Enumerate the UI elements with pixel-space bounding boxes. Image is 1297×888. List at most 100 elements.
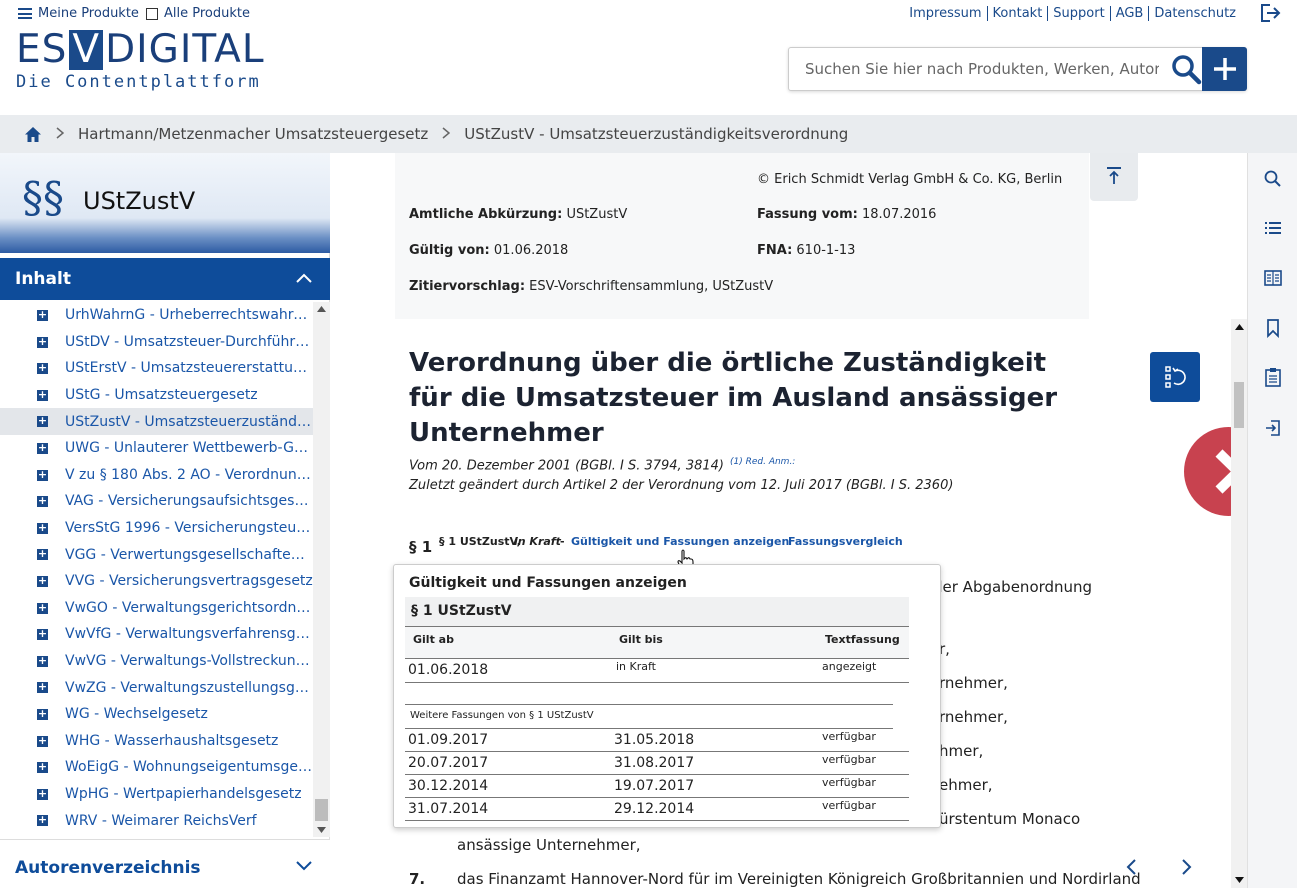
toc-item[interactable]: + V zu § 180 Abs. 2 AO - Verordnung z...: [0, 462, 313, 489]
add-button[interactable]: [1202, 47, 1247, 91]
expand-plus-icon[interactable]: +: [37, 735, 48, 747]
toc-item[interactable]: + VersStG 1996 - Versicherungsteuerg...: [0, 515, 313, 542]
expand-plus-icon[interactable]: +: [37, 761, 48, 774]
expand-plus-icon[interactable]: +: [37, 628, 48, 641]
toc-scrollbar[interactable]: [313, 302, 330, 837]
document-scrollbar[interactable]: [1231, 319, 1247, 888]
toc-item[interactable]: + WHG - Wasserhaushaltsgesetz: [0, 728, 313, 755]
next-page-icon[interactable]: [1181, 858, 1193, 876]
expand-plus-icon[interactable]: +: [37, 708, 48, 720]
kontakt-link[interactable]: Kontakt: [988, 6, 1049, 21]
logout-icon[interactable]: [1259, 3, 1281, 23]
autorenverzeichnis-accordion[interactable]: Autorenverzeichnis: [0, 839, 330, 888]
expand-plus-icon[interactable]: +: [37, 495, 48, 508]
toc-item-label: WRV - Weimarer ReichsVerf: [65, 812, 257, 829]
list-item-number: 7.: [409, 870, 426, 888]
hamburger-icon: [18, 8, 32, 19]
show-versions-link[interactable]: Gültigkeit und Fassungen anzeigen: [571, 535, 789, 548]
toc-item[interactable]: + UrhWahrnG - Urheberrechtswahrneh...: [0, 302, 313, 329]
expand-plus-icon[interactable]: +: [37, 575, 48, 587]
toc-item[interactable]: + VwVG - Verwaltungs-Vollstreckungsg...: [0, 648, 313, 675]
expand-plus-icon[interactable]: +: [37, 655, 48, 667]
toc-item-label: VwVfG - Verwaltungsverfahrensgesetz: [65, 626, 313, 643]
bookmark-icon[interactable]: [1263, 318, 1283, 338]
toc-scroll-thumb[interactable]: [315, 799, 328, 821]
toc-item[interactable]: + UStZustV - Umsatzsteuerzuständigkei...: [0, 408, 313, 435]
esv-logo[interactable]: ES V DIGITAL Die Contentplattform: [16, 30, 265, 93]
impressum-link[interactable]: Impressum: [904, 6, 988, 21]
toc-item[interactable]: + WRV - Weimarer ReichsVerf: [0, 807, 313, 834]
toc-item[interactable]: + VVG - Versicherungsvertragsgesetz: [0, 568, 313, 595]
scroll-down-icon[interactable]: [317, 827, 326, 833]
expand-plus-icon[interactable]: +: [37, 415, 48, 428]
export-icon[interactable]: [1263, 418, 1283, 438]
scroll-up-icon[interactable]: [1235, 324, 1244, 330]
datenschutz-link[interactable]: Datenschutz: [1149, 6, 1241, 21]
prev-page-icon[interactable]: [1125, 858, 1137, 876]
meta-fassung-value: 18.07.2016: [862, 207, 937, 222]
red-anm-link[interactable]: (1) Red. Anm.:: [730, 457, 795, 467]
search-input[interactable]: [789, 48, 1159, 90]
expand-plus-icon[interactable]: +: [37, 522, 48, 534]
search-icon[interactable]: [1263, 169, 1283, 189]
search-icon[interactable]: [1169, 52, 1203, 86]
clipboard-icon[interactable]: [1263, 367, 1283, 387]
toc-item[interactable]: + UWG - Unlauterer Wettbewerb-Gesetz: [0, 435, 313, 462]
expand-plus-icon[interactable]: +: [37, 469, 48, 481]
expand-plus-icon[interactable]: +: [37, 788, 48, 800]
version-row[interactable]: 20.07.2017 31.08.2017 verfügbar: [405, 752, 909, 775]
all-products-toggle[interactable]: Alle Produkte: [146, 6, 250, 21]
home-icon[interactable]: [24, 126, 42, 143]
all-products-checkbox[interactable]: [146, 7, 158, 20]
agb-link[interactable]: AGB: [1111, 6, 1150, 21]
document-amended: Zuletzt geändert durch Artikel 2 der Ver…: [409, 478, 954, 493]
toc-item[interactable]: + UStDV - Umsatzsteuer-Durchführung...: [0, 329, 313, 356]
col-text: Textfassung: [825, 633, 900, 646]
toc-item[interactable]: + UStG - Umsatzsteuergesetz: [0, 382, 313, 409]
toc-item[interactable]: + UStErstV - Umsatzsteuererstattungsv...: [0, 355, 313, 382]
toc-item-label: V zu § 180 Abs. 2 AO - Verordnung z...: [65, 466, 313, 483]
version-text[interactable]: verfügbar: [822, 753, 876, 766]
toc-item[interactable]: + VwZG - Verwaltungszustellungsgesetz: [0, 674, 313, 701]
version-text[interactable]: verfügbar: [822, 776, 876, 789]
toc-item[interactable]: + VAG - Versicherungsaufsichtsgesetz: [0, 488, 313, 515]
toc-item[interactable]: + WG - Wechselgesetz: [0, 701, 313, 728]
version-text[interactable]: verfügbar: [822, 799, 876, 812]
list-icon[interactable]: [1263, 218, 1283, 238]
toc-item[interactable]: + WpHG - Wertpapierhandelsgesetz: [0, 781, 313, 808]
breadcrumb-item-current[interactable]: UStZustV - Umsatzsteuerzuständigkeitsver…: [464, 125, 848, 143]
toc-item[interactable]: + WoEigG - Wohnungseigentumsgesetz: [0, 754, 313, 781]
version-row[interactable]: 01.09.2017 31.05.2018 verfügbar: [405, 729, 909, 752]
version-compare-link[interactable]: Fassungsvergleich: [788, 535, 903, 548]
expand-plus-icon[interactable]: +: [37, 309, 48, 321]
version-row[interactable]: 31.07.2014 29.12.2014 verfügbar: [405, 798, 909, 821]
book-icon[interactable]: [1263, 268, 1283, 288]
body-fragment: rnehmer,: [939, 708, 1008, 726]
toc-item-label: VersStG 1996 - Versicherungsteuerg...: [65, 520, 313, 537]
expand-plus-icon[interactable]: +: [37, 681, 48, 694]
expand-plus-icon[interactable]: +: [37, 602, 48, 614]
document-scroll-thumb[interactable]: [1234, 382, 1244, 428]
expand-plus-icon[interactable]: +: [37, 389, 48, 401]
support-link[interactable]: Support: [1048, 6, 1111, 21]
scroll-down-icon[interactable]: [1235, 877, 1244, 883]
inhalt-accordion-header[interactable]: Inhalt: [0, 258, 330, 300]
scroll-up-icon[interactable]: [317, 306, 326, 312]
my-products-link[interactable]: Meine Produkte: [18, 6, 139, 21]
toc-item[interactable]: + VwGO - Verwaltungsgerichtsordnung: [0, 595, 313, 622]
expand-plus-icon[interactable]: +: [37, 442, 48, 454]
breadcrumb-item-product[interactable]: Hartmann/Metzenmacher Umsatzsteuergesetz: [78, 125, 428, 143]
expand-plus-icon[interactable]: +: [37, 336, 48, 348]
expand-plus-icon[interactable]: +: [37, 814, 48, 827]
toc-item[interactable]: + VwVfG - Verwaltungsverfahrensgesetz: [0, 621, 313, 648]
document-area: © Erich Schmidt Verlag GmbH & Co. KG, Be…: [331, 153, 1247, 888]
version-row[interactable]: 30.12.2014 19.07.2017 verfügbar: [405, 775, 909, 798]
toc-item-label: VwGO - Verwaltungsgerichtsordnung: [65, 599, 313, 616]
expand-plus-icon[interactable]: +: [37, 362, 48, 375]
version-from: 20.07.2017: [408, 755, 489, 771]
history-action-button[interactable]: [1150, 352, 1200, 402]
version-text[interactable]: verfügbar: [822, 730, 876, 743]
scroll-to-top-button[interactable]: [1090, 153, 1138, 201]
toc-item[interactable]: + VGG - Verwertungsgesellschaftenges...: [0, 541, 313, 568]
expand-plus-icon[interactable]: +: [37, 548, 48, 561]
